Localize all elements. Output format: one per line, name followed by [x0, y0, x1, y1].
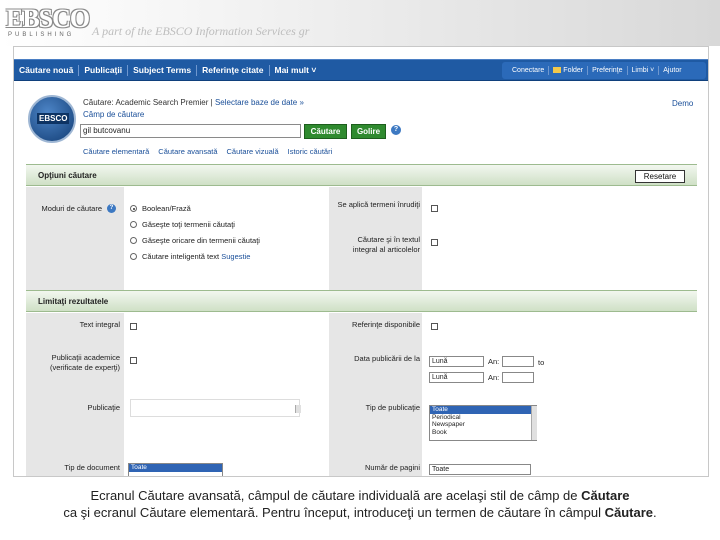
- mode-boolean-radio[interactable]: [130, 205, 137, 212]
- reset-button[interactable]: Resetare: [635, 170, 685, 183]
- publication-input[interactable]: [130, 399, 300, 417]
- demo-link[interactable]: Demo: [672, 99, 693, 108]
- choose-databases-link[interactable]: Selectare baze de date »: [215, 98, 304, 107]
- nav-subject-terms[interactable]: Subject Terms: [128, 64, 198, 76]
- banner-tagline: A part of the EBSCO Information Services…: [92, 24, 310, 38]
- doc-type-option[interactable]: Toate: [129, 464, 222, 472]
- nav-new-search[interactable]: Căutare nouă: [14, 64, 80, 76]
- advanced-search-link[interactable]: Căutare avansată: [158, 147, 217, 156]
- clear-button[interactable]: Golire: [351, 124, 386, 139]
- limit-results-header: Limitaţi rezultatele: [26, 290, 697, 312]
- basic-search-link[interactable]: Căutare elementară: [83, 147, 149, 156]
- full-text-label: Text integral: [79, 320, 120, 329]
- search-modes-help-icon[interactable]: ?: [107, 204, 116, 213]
- user-toolbar: Conectare Folder Preferinţe Limbi ˅ Ajut…: [502, 62, 706, 79]
- publication-scrollbar[interactable]: [295, 405, 301, 413]
- visual-search-link[interactable]: Căutare vizuală: [227, 147, 279, 156]
- pub-date-from-month-select[interactable]: Lună: [429, 356, 484, 367]
- pub-date-to-year-label: An:: [488, 373, 500, 382]
- search-database-line: Căutare: Academic Search Premier | Selec…: [83, 98, 304, 107]
- search-options-header: Opţiuni căutare: [26, 164, 697, 186]
- fulltext-search-checkbox[interactable]: [431, 239, 438, 246]
- languages-menu[interactable]: Limbi ˅: [628, 66, 660, 75]
- fulltext-search-label: Căutare şi în textul integral al articol…: [352, 235, 420, 254]
- document-type-label: Tip de document: [64, 463, 120, 472]
- top-navigation-bar: Căutare nouă Publicaţii Subject Terms Re…: [14, 59, 708, 81]
- pub-type-option[interactable]: Newspaper: [430, 421, 536, 429]
- document-type-listbox[interactable]: Toate: [128, 463, 223, 476]
- nav-publications[interactable]: Publicaţii: [79, 64, 129, 76]
- pub-date-from-year-label: An:: [488, 357, 500, 366]
- pub-type-option[interactable]: Periodical: [430, 414, 536, 422]
- mode-smarttext-label: Căutare inteligentă text Sugestie: [142, 252, 251, 261]
- references-available-checkbox[interactable]: [431, 323, 438, 330]
- publication-type-label: Tip de publicaţie: [365, 403, 420, 412]
- nav-cited-references[interactable]: Referinţe citate: [197, 64, 270, 76]
- sign-in-link[interactable]: Conectare: [508, 66, 550, 75]
- caption-line-1: Ecranul Căutare avansată, câmpul de căut…: [90, 488, 630, 503]
- pub-date-from-year-input[interactable]: [502, 356, 534, 367]
- scholarly-journals-checkbox[interactable]: [130, 357, 137, 364]
- help-icon[interactable]: ?: [391, 125, 401, 135]
- preferences-link[interactable]: Preferinţe: [588, 66, 628, 75]
- select-field-link[interactable]: Câmp de căutare: [83, 110, 144, 119]
- mode-all-terms-label: Găseşte toţi termenii căutaţi: [142, 220, 235, 229]
- folder-icon: [553, 67, 562, 73]
- mode-smarttext-radio[interactable]: [130, 253, 137, 260]
- pub-type-option[interactable]: Book: [430, 429, 536, 437]
- caption-line-2: ca şi ecranul Căutare elementară. Pentru…: [63, 505, 657, 520]
- mode-any-terms-radio[interactable]: [130, 237, 137, 244]
- suggestion-link[interactable]: Sugestie: [221, 252, 250, 261]
- pub-type-option[interactable]: Toate: [430, 406, 536, 414]
- publication-date-label: Data publicării de la: [354, 354, 420, 363]
- number-of-pages-select[interactable]: Toate: [429, 464, 531, 475]
- database-logo: EBSCO: [28, 95, 76, 143]
- folder-link[interactable]: Folder: [549, 66, 589, 75]
- limits-label-column: [26, 313, 124, 476]
- slide-caption: Ecranul Căutare avansată, câmpul de căut…: [0, 487, 720, 521]
- advanced-search-screenshot: Căutare nouă Publicaţii Subject Terms Re…: [13, 46, 709, 477]
- search-options-title: Opţiuni căutare: [38, 171, 97, 180]
- search-input[interactable]: gil butcovanu: [80, 124, 301, 138]
- number-of-pages-label: Număr de pagini: [364, 463, 420, 472]
- limit-results-title: Limitaţi rezultatele: [38, 297, 109, 306]
- nav-more-menu[interactable]: Mai mult ˅: [270, 65, 322, 76]
- related-terms-checkbox[interactable]: [431, 205, 438, 212]
- search-modes-label: Moduri de căutare: [41, 204, 102, 213]
- publication-type-listbox[interactable]: Toate Periodical Newspaper Book: [429, 405, 537, 441]
- related-terms-label: Se aplică termeni înrudiţi: [337, 200, 420, 209]
- options-label-column: [26, 187, 124, 290]
- search-history-link[interactable]: Istoric căutări: [288, 147, 333, 156]
- search-button[interactable]: Căutare: [304, 124, 347, 139]
- publication-label: Publicaţie: [87, 403, 120, 412]
- mode-boolean-label: Boolean/Frază: [142, 204, 191, 213]
- mode-all-terms-radio[interactable]: [130, 221, 137, 228]
- help-link[interactable]: Ajutor: [659, 66, 685, 75]
- publisher-banner: EBSCO PUBLISHING A part of the EBSCO Inf…: [0, 0, 720, 46]
- limits-label-column-right: [329, 313, 422, 476]
- ebsco-publishing-logo: EBSCO PUBLISHING: [6, 4, 90, 38]
- pub-date-to-label: to: [538, 358, 545, 367]
- pub-date-to-year-input[interactable]: [502, 372, 534, 383]
- full-text-checkbox[interactable]: [130, 323, 137, 330]
- mode-any-terms-label: Găseşte oricare din termenii căutaţi: [142, 236, 260, 245]
- limits-value-column: [124, 313, 329, 476]
- publication-type-scrollbar[interactable]: [531, 406, 537, 440]
- references-available-label: Referinţe disponibile: [352, 320, 420, 329]
- pub-date-to-month-select[interactable]: Lună: [429, 372, 484, 383]
- scholarly-journals-label: Publicaţii academice (verificate de expe…: [49, 353, 120, 372]
- search-mode-links: Căutare elementară Căutare avansată Căut…: [83, 147, 341, 156]
